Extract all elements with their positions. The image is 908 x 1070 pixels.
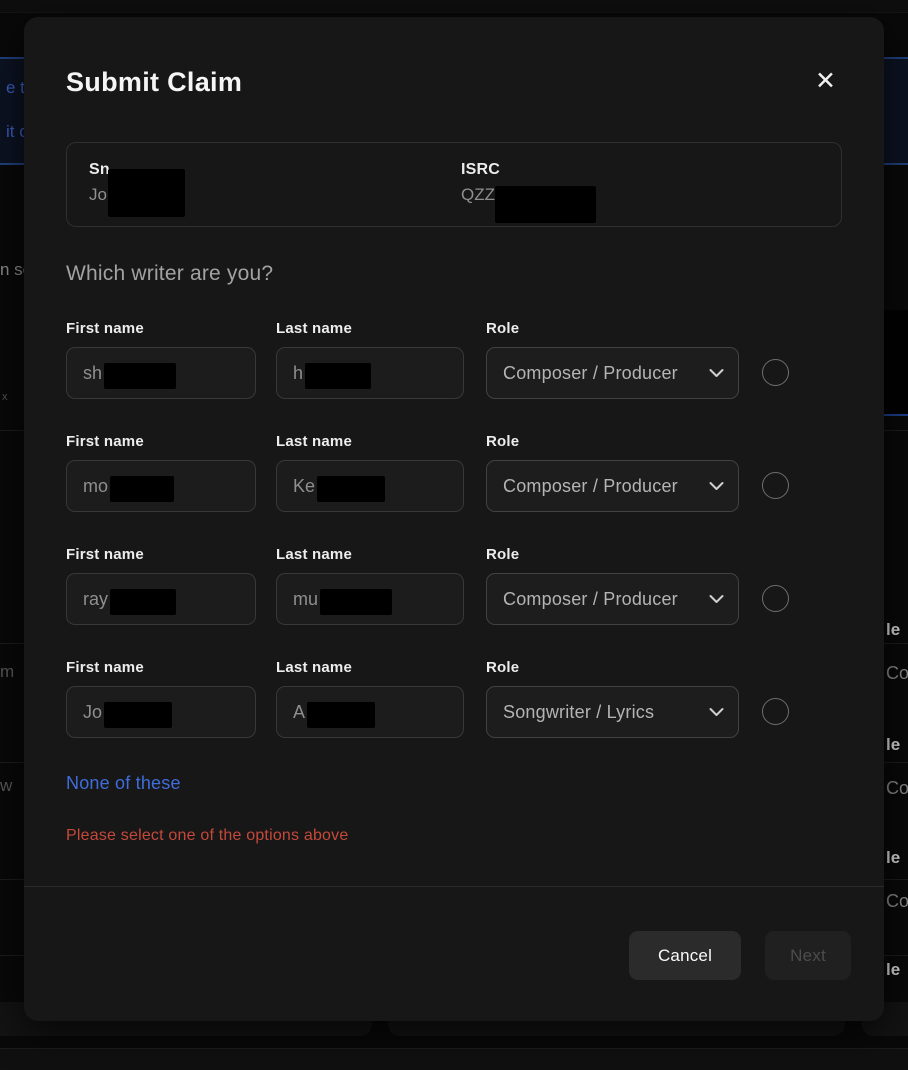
first-name-field[interactable]: sh [66, 347, 256, 399]
redaction-box [110, 589, 176, 615]
writer-radio-button[interactable] [762, 698, 789, 725]
next-button[interactable]: Next [765, 931, 851, 980]
last-name-label: Last name [276, 546, 464, 565]
background-footer-bar [0, 1048, 908, 1070]
background-role-label-fragment: le [886, 735, 900, 755]
first-name-value: mo [83, 476, 108, 497]
close-icon[interactable]: ✕ [815, 69, 836, 93]
first-name-field[interactable]: mo [66, 460, 256, 512]
redaction-box [104, 702, 172, 728]
submit-claim-modal: Submit Claim ✕ Sn Jo ISRC QZZ Which writ… [24, 17, 884, 1021]
background-role-value-fragment: Co [886, 663, 908, 684]
role-label: Role [486, 433, 739, 452]
last-name-value: Ke [293, 476, 315, 497]
redaction-box [104, 363, 176, 389]
last-name-label: Last name [276, 433, 464, 452]
validation-error-message: Please select one of the options above [66, 826, 842, 845]
chevron-down-icon [709, 481, 724, 491]
role-select[interactable]: Composer / Producer [486, 573, 739, 625]
last-name-field[interactable]: mu [276, 573, 464, 625]
first-name-label: First name [66, 659, 256, 678]
background-text-fragment: w [0, 776, 12, 796]
last-name-label: Last name [276, 659, 464, 678]
first-name-value: Jo [83, 702, 102, 723]
isrc-label: ISRC [461, 161, 500, 179]
first-name-field[interactable]: Jo [66, 686, 256, 738]
background-topbar [0, 0, 908, 13]
background-role-value-fragment: Co [886, 891, 908, 912]
background-role-label-fragment: le [886, 960, 900, 980]
redaction-box [108, 169, 185, 217]
background-text-fragment: x [2, 391, 8, 403]
background-role-label-fragment: le [886, 848, 900, 868]
last-name-field[interactable]: h [276, 347, 464, 399]
background-role-value-fragment: Co [886, 778, 908, 799]
role-label: Role [486, 546, 739, 565]
chevron-down-icon [709, 594, 724, 604]
redaction-box [307, 702, 375, 728]
last-name-value: mu [293, 589, 318, 610]
role-selected-value: Composer / Producer [503, 363, 678, 384]
role-label: Role [486, 659, 739, 678]
redaction-box [110, 476, 174, 502]
role-select[interactable]: Songwriter / Lyrics [486, 686, 739, 738]
first-name-value: sh [83, 363, 102, 384]
first-name-field[interactable]: ray [66, 573, 256, 625]
modal-footer: Cancel Next [24, 887, 884, 980]
first-name-label: First name [66, 433, 256, 452]
role-label: Role [486, 320, 739, 339]
last-name-field[interactable]: A [276, 686, 464, 738]
last-name-value: h [293, 363, 303, 384]
writer-radio-button[interactable] [762, 585, 789, 612]
first-name-label: First name [66, 320, 256, 339]
writer-row: First name sh Last name h Role Composer … [66, 320, 842, 399]
first-name-value: ray [83, 589, 108, 610]
question-heading: Which writer are you? [66, 262, 842, 286]
writer-radio-button[interactable] [762, 472, 789, 499]
redaction-box [305, 363, 371, 389]
role-selected-value: Composer / Producer [503, 589, 678, 610]
writer-radio-button[interactable] [762, 359, 789, 386]
modal-title: Submit Claim [66, 67, 242, 97]
last-name-field[interactable]: Ke [276, 460, 464, 512]
redaction-box [495, 186, 596, 223]
background-role-label-fragment: le [886, 620, 900, 640]
role-selected-value: Songwriter / Lyrics [503, 702, 654, 723]
writer-row: First name mo Last name Ke Role Composer… [66, 433, 842, 512]
chevron-down-icon [709, 368, 724, 378]
writer-list: First name sh Last name h Role Composer … [66, 320, 842, 738]
first-name-label: First name [66, 546, 256, 565]
none-of-these-link[interactable]: None of these [66, 772, 181, 794]
redaction-box [320, 589, 392, 615]
last-name-value: A [293, 702, 305, 723]
background-text-fragment: m [0, 662, 14, 682]
modal-header: Submit Claim ✕ [24, 17, 884, 97]
role-select[interactable]: Composer / Producer [486, 347, 739, 399]
role-select[interactable]: Composer / Producer [486, 460, 739, 512]
chevron-down-icon [709, 707, 724, 717]
cancel-button[interactable]: Cancel [629, 931, 741, 980]
last-name-label: Last name [276, 320, 464, 339]
writer-row: First name ray Last name mu Role Compose… [66, 546, 842, 625]
role-selected-value: Composer / Producer [503, 476, 678, 497]
track-info-box: Sn Jo ISRC QZZ [66, 142, 842, 227]
writer-row: First name Jo Last name A Role Songwrite… [66, 659, 842, 738]
redaction-box [317, 476, 385, 502]
